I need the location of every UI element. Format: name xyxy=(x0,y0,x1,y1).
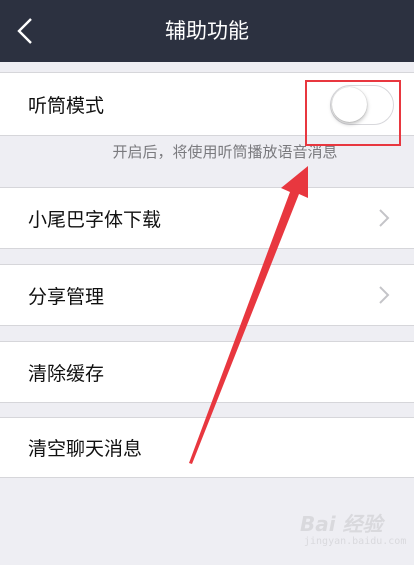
chevron-left-icon xyxy=(17,18,32,44)
clear-chat-messages-row[interactable]: 清空聊天消息 xyxy=(0,417,414,478)
clear-cache-label: 清除缓存 xyxy=(28,362,105,385)
watermark-url: jingyan.baidu.com xyxy=(304,536,407,547)
tail-font-download-label: 小尾巴字体下载 xyxy=(28,208,162,231)
share-management-row[interactable]: 分享管理 xyxy=(0,264,414,326)
page-title: 辅助功能 xyxy=(165,19,249,43)
share-management-label: 分享管理 xyxy=(28,285,105,308)
toggle-knob xyxy=(332,87,367,122)
earpiece-mode-toggle[interactable] xyxy=(330,85,394,125)
chevron-right-icon xyxy=(379,286,390,304)
back-button[interactable] xyxy=(0,0,50,62)
clear-chat-messages-label: 清空聊天消息 xyxy=(28,438,143,460)
chevron-right-icon xyxy=(379,209,390,227)
watermark-logo: Bai 经验 xyxy=(300,512,383,536)
baidu-jingyan-watermark: Bai 经验 jingyan.baidu.com xyxy=(300,508,410,558)
clear-cache-row[interactable]: 清除缓存 xyxy=(0,341,414,403)
earpiece-mode-hint: 开启后，将使用听筒播放语音消息 xyxy=(112,143,338,161)
tail-font-download-row[interactable]: 小尾巴字体下载 xyxy=(0,187,414,249)
navigation-bar: 辅助功能 xyxy=(0,0,414,62)
earpiece-mode-label: 听筒模式 xyxy=(28,94,105,117)
